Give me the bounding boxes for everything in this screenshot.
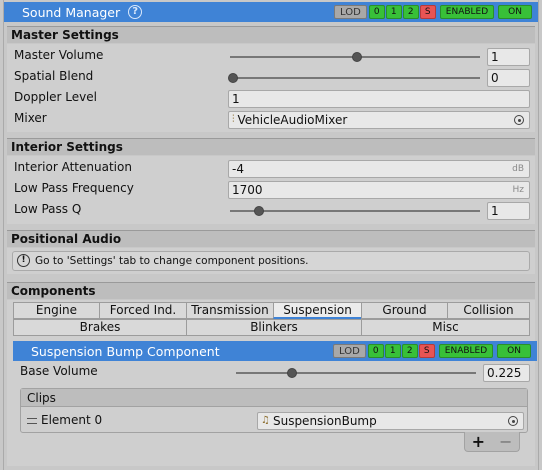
- db-unit-label: dB: [512, 164, 524, 174]
- low-pass-q-slider-knob[interactable]: [254, 206, 264, 216]
- components-header[interactable]: Components: [7, 282, 535, 299]
- sound-manager-inspector: Sound Manager ? LOD 0 1 2 S ENABLED ON M…: [0, 0, 542, 470]
- tab-transmission[interactable]: Transmission: [186, 302, 274, 319]
- tab-blinkers[interactable]: Blinkers: [186, 319, 362, 336]
- low-pass-frequency-field[interactable]: 1700 Hz: [228, 181, 530, 199]
- remove-element-button[interactable]: −: [499, 432, 512, 451]
- lod-0-badge: 0: [368, 5, 385, 19]
- tab-forced-induction[interactable]: Forced Ind.: [99, 302, 187, 319]
- positional-audio-header[interactable]: Positional Audio: [7, 230, 535, 247]
- positional-audio-helpbox: ! Go to 'Settings' tab to change compone…: [12, 251, 530, 271]
- lod-badge: LOD: [332, 344, 366, 358]
- master-volume-slider-knob[interactable]: [352, 52, 362, 62]
- tab-ground[interactable]: Ground: [361, 302, 448, 319]
- lod-1-badge: 1: [384, 344, 401, 358]
- positional-audio-help-text: Go to 'Settings' tab to change component…: [35, 255, 309, 267]
- tab-suspension[interactable]: Suspension: [273, 302, 362, 319]
- object-picker-icon[interactable]: [514, 115, 524, 125]
- spatial-blend-field[interactable]: 0: [487, 69, 530, 87]
- mixer-label: Mixer: [14, 111, 47, 125]
- interior-attenuation-value: -4: [232, 162, 244, 176]
- on-toggle[interactable]: ON: [498, 5, 532, 19]
- lod-badge: LOD: [333, 5, 367, 19]
- clips-list: Clips Element 0 ♫ SuspensionBump: [20, 388, 528, 433]
- master-volume-label: Master Volume: [14, 48, 104, 62]
- tab-collision[interactable]: Collision: [447, 302, 530, 319]
- lod-2-badge: 2: [401, 344, 418, 358]
- base-volume-slider[interactable]: [236, 372, 476, 374]
- lod-2-badge: 2: [402, 5, 419, 19]
- low-pass-frequency-label: Low Pass Frequency: [14, 181, 134, 195]
- audio-clip-icon: ♫: [261, 415, 270, 426]
- low-pass-frequency-value: 1700: [232, 183, 263, 197]
- list-add-remove-controls: + −: [464, 432, 520, 452]
- mixer-value: VehicleAudioMixer: [237, 113, 348, 127]
- base-volume-label: Base Volume: [20, 364, 98, 378]
- interior-attenuation-field[interactable]: -4 dB: [228, 160, 530, 178]
- mixer-object-field[interactable]: ⫶ VehicleAudioMixer: [228, 111, 530, 129]
- lod-1-badge: 1: [385, 5, 402, 19]
- audio-mixer-icon: ⫶: [232, 114, 235, 125]
- interior-settings-header[interactable]: Interior Settings: [7, 138, 535, 155]
- spatial-blend-label: Spatial Blend: [14, 69, 94, 83]
- master-settings-header[interactable]: Master Settings: [7, 26, 535, 43]
- tab-misc[interactable]: Misc: [361, 319, 530, 336]
- lod-s-badge: S: [418, 344, 435, 358]
- base-volume-slider-knob[interactable]: [287, 368, 297, 378]
- low-pass-q-slider[interactable]: [230, 210, 480, 212]
- low-pass-q-label: Low Pass Q: [14, 202, 82, 216]
- enabled-badge: ENABLED: [439, 5, 495, 19]
- spatial-blend-slider-knob[interactable]: [228, 73, 238, 83]
- interior-attenuation-label: Interior Attenuation: [14, 160, 132, 174]
- object-picker-icon[interactable]: [508, 416, 518, 426]
- suspension-bump-header[interactable]: Suspension Bump Component LOD 0 1 2 S EN…: [13, 341, 537, 361]
- on-toggle[interactable]: ON: [497, 344, 531, 358]
- enabled-badge: ENABLED: [438, 344, 494, 358]
- element-0-label: Element 0: [41, 413, 103, 427]
- suspension-bump-title: Suspension Bump Component: [31, 343, 220, 359]
- suspension-lod-badges: LOD 0 1 2 S ENABLED ON: [332, 344, 531, 358]
- lod-0-badge: 0: [367, 344, 384, 358]
- add-element-button[interactable]: +: [472, 432, 485, 451]
- sound-manager-header[interactable]: Sound Manager ? LOD 0 1 2 S ENABLED ON: [4, 2, 538, 22]
- doppler-level-label: Doppler Level: [14, 90, 97, 104]
- tab-engine[interactable]: Engine: [13, 302, 100, 319]
- base-volume-field[interactable]: 0.225: [483, 364, 530, 382]
- element-0-clip-value: SuspensionBump: [272, 414, 377, 428]
- component-tabs: Engine Forced Ind. Transmission Suspensi…: [13, 302, 530, 338]
- lod-s-badge: S: [419, 5, 436, 19]
- master-volume-field[interactable]: 1: [487, 48, 530, 66]
- low-pass-q-field[interactable]: 1: [487, 202, 530, 220]
- hz-unit-label: Hz: [512, 185, 525, 195]
- drag-handle-icon[interactable]: [27, 418, 37, 424]
- element-0-clip-field[interactable]: ♫ SuspensionBump: [257, 412, 524, 430]
- tab-brakes[interactable]: Brakes: [13, 319, 187, 336]
- info-icon: !: [17, 254, 30, 267]
- clips-header[interactable]: Clips: [21, 389, 527, 407]
- help-icon[interactable]: ?: [128, 5, 143, 19]
- spatial-blend-slider[interactable]: [230, 77, 480, 79]
- doppler-level-field[interactable]: 1: [228, 90, 530, 108]
- lod-badges: LOD 0 1 2 S ENABLED ON: [333, 5, 532, 19]
- component-title: Sound Manager: [22, 4, 121, 20]
